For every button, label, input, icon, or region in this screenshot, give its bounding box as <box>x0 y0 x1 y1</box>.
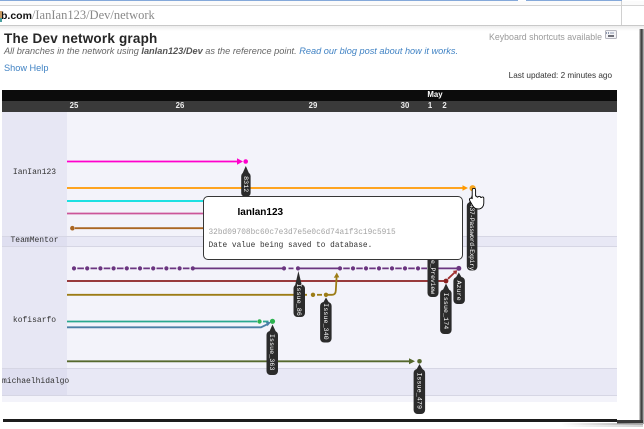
svg-text:Issue_86: Issue_86 <box>295 284 302 316</box>
svg-text:Issue_340: Issue_340 <box>322 303 329 340</box>
svg-text:Issue_479: Issue_479 <box>415 373 422 410</box>
svg-text:437-Password-Expiry: 437-Password-Expiry <box>468 204 475 271</box>
svg-text:Azure: Azure <box>455 281 462 301</box>
svg-text:8312: 8312 <box>242 176 249 192</box>
svg-text:Issue_174: Issue_174 <box>442 293 449 330</box>
svg-text:Issue_363: Issue_363 <box>268 334 275 371</box>
